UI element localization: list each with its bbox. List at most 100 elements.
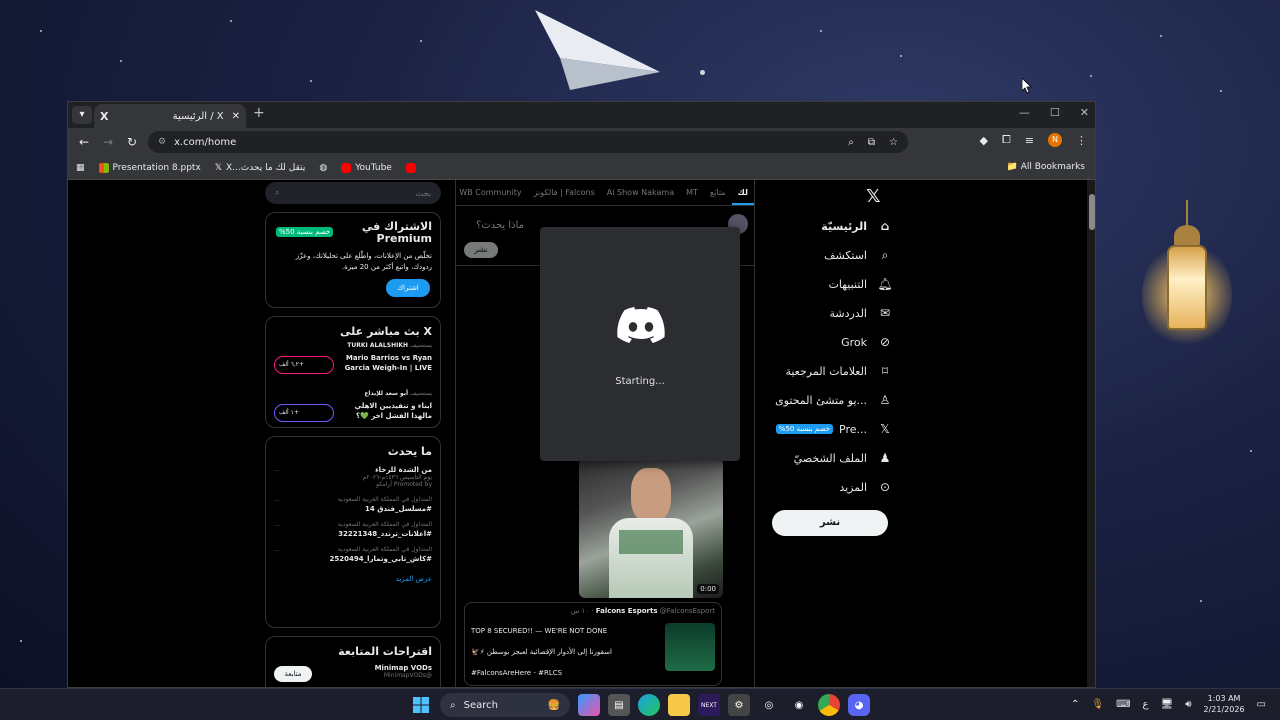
nav-premium[interactable]: 𝕏 ...Pre خصم بنسبة 50% <box>768 417 893 441</box>
post-button[interactable]: نشر <box>772 510 888 536</box>
profile-avatar[interactable]: N <box>1048 133 1062 147</box>
windows-start-icon[interactable] <box>410 694 432 716</box>
store-icon[interactable]: ▤ <box>608 694 630 716</box>
premium-body: تخلّص من الإعلانات، واطّلع على تحليلاتك،… <box>295 252 432 271</box>
tab-mt[interactable]: MT <box>680 188 704 197</box>
nav-more[interactable]: ⊙ المزيد <box>768 475 893 499</box>
trend-item[interactable]: المتداول في المملكة العربية السعودية #كا… <box>274 546 432 563</box>
tab-strip: ▾ X الرئيسية / X ✕ + — ☐ ✕ <box>68 102 1095 128</box>
zoom-icon[interactable]: ⌕ <box>848 137 854 148</box>
follow-suggestion[interactable]: Minimap VODs @MinimapVODs متابعة <box>274 664 432 687</box>
apps-icon[interactable]: ▦ <box>76 163 85 173</box>
x-logo-icon[interactable]: 𝕏 <box>866 186 881 207</box>
bookmark-item[interactable]: 𝕏 X...يتقل لك ما يحدث <box>215 163 306 173</box>
nav-home[interactable]: ⌂ الرئيسيّة <box>768 214 893 238</box>
bookmark-item[interactable]: YouTube <box>341 162 392 173</box>
discord-taskbar-icon[interactable]: ◕ <box>848 694 870 716</box>
address-bar[interactable]: ⚙ x.com/home ⌕ ⧉ ☆ <box>148 131 908 153</box>
quote-text: TOP 8 SECURED!! — WE'RE NOT DONE اسقورنا… <box>471 627 612 677</box>
creator-icon: ♙ <box>879 393 891 407</box>
clock[interactable]: 1:03 AM 2/21/2026 <box>1204 693 1245 715</box>
follow-button[interactable]: متابعة <box>274 666 312 682</box>
volume-icon[interactable]: 🔊︎ <box>1185 699 1191 710</box>
language-indicator[interactable]: ع <box>1143 699 1149 710</box>
chrome-icon[interactable] <box>818 694 840 716</box>
install-app-icon[interactable]: ⧉ <box>868 137 875 148</box>
keyboard-icon[interactable]: ⌨ <box>1116 699 1130 710</box>
app-icon[interactable]: ◎ <box>758 694 780 716</box>
trends-title: ما يحدث <box>387 445 432 458</box>
subscribe-button[interactable]: اشتراك <box>386 279 430 297</box>
obs-icon[interactable]: ◉ <box>788 694 810 716</box>
menu-icon[interactable]: ⋮ <box>1076 134 1087 147</box>
tab-ai-show[interactable]: Ai Show Nakama <box>601 188 680 197</box>
trends-card: ما يحدث من الشدة للرخاء يوم التأسيس ١٤٣٦… <box>265 436 441 628</box>
maximize-icon[interactable]: ☐ <box>1050 106 1060 119</box>
lantern-decoration <box>1132 200 1242 380</box>
all-bookmarks[interactable]: 📁 All Bookmarks <box>1007 162 1085 172</box>
minimize-icon[interactable]: — <box>1019 106 1030 119</box>
tab-wb-community[interactable]: WB Community <box>453 188 527 197</box>
reload-icon[interactable]: ↻ <box>120 135 144 149</box>
network-icon[interactable]: 🖥︎ <box>1161 699 1174 710</box>
taskbar-search[interactable]: ⌕ Search 🍔 <box>440 693 570 717</box>
tab-following[interactable]: متابَع <box>704 188 732 197</box>
star-icon[interactable]: ☆ <box>889 137 898 148</box>
nav-grok[interactable]: ⊘ Grok <box>768 330 893 354</box>
browser-tab-home[interactable]: X الرئيسية / X ✕ <box>94 104 246 128</box>
edge-icon[interactable] <box>638 694 660 716</box>
live-row[interactable]: يستضيف أبو سعد للإبداع ابناء و تنفيذيين … <box>274 390 432 434</box>
youtube-icon[interactable] <box>405 162 420 173</box>
x-favicon-icon: X <box>100 109 109 123</box>
media-icon[interactable]: ≡ <box>1025 134 1034 147</box>
copilot-icon[interactable] <box>578 694 600 716</box>
page-scrollbar[interactable] <box>1087 180 1095 687</box>
live-card: X بث مباشر على يستضيف TURKI ALALSHIKH Ma… <box>265 316 441 428</box>
extension-icon[interactable]: ◆ <box>980 134 988 147</box>
tab-search-button[interactable]: ▾ <box>72 106 92 124</box>
bookmark-item[interactable]: Presentation 8.pptx <box>98 162 201 173</box>
close-tab-icon[interactable]: ✕ <box>232 111 240 122</box>
video-duration: 0:00 <box>697 584 719 594</box>
nav-creator[interactable]: ♙ ...يو متشئ المحتوى <box>768 388 893 412</box>
file-explorer-icon[interactable] <box>668 694 690 716</box>
new-tab-button[interactable]: + <box>253 105 265 121</box>
quote-header: Falcons Esports @FalconsEsport · ١٠ س <box>570 607 715 615</box>
nav-bookmarks[interactable]: ⌑ العلامات المرجعية <box>768 359 893 383</box>
nav-profile[interactable]: ♟ الملف الشخصيّ <box>768 446 893 470</box>
trend-item[interactable]: من الشدة للرخاء يوم التأسيس ١٤٣٦م-٢٠٢٦م … <box>274 466 432 488</box>
nav-notifications[interactable]: 🔔︎ التنبيهات <box>768 272 893 296</box>
settings-icon[interactable]: ⚙ <box>728 694 750 716</box>
compose-input[interactable]: ماذا يحدث؟ <box>476 220 524 231</box>
trend-item[interactable]: المتداول في المملكة العربية السعودية #اع… <box>274 521 432 538</box>
tweet-video[interactable]: 0:00 <box>579 458 723 598</box>
listeners-pill: ٦,٢ ألف+ <box>274 356 334 374</box>
quoted-tweet[interactable]: Falcons Esports @FalconsEsport · ١٠ س TO… <box>464 602 722 686</box>
microphone-icon[interactable]: 🎙︎ <box>1091 699 1104 710</box>
close-window-icon[interactable]: ✕ <box>1080 106 1089 119</box>
search-icon: ⌕ <box>275 188 280 197</box>
bookmark-icon: ⌑ <box>881 364 889 378</box>
nav-explore[interactable]: ⌕ استكشف <box>768 243 893 267</box>
listeners-pill: ١ ألف+ <box>274 404 334 422</box>
tab-title: الرئيسية / X <box>172 110 224 122</box>
tab-for-you[interactable]: لك <box>731 188 754 205</box>
notification-icon[interactable]: ▭ <box>1257 699 1266 710</box>
search-input[interactable]: بحث ⌕ <box>265 182 441 204</box>
trend-item[interactable]: المتداول في المملكة العربية السعودية #مس… <box>274 496 432 513</box>
tab-falcons[interactable]: فالكونز | Falcons <box>528 188 601 197</box>
compose-post-button[interactable]: نشر <box>464 242 498 258</box>
globe-icon[interactable]: ◍ <box>319 163 327 173</box>
puzzle-icon[interactable]: ⧠ <box>1002 133 1011 147</box>
more-icon: ⊙ <box>879 480 891 494</box>
back-icon[interactable]: ← <box>72 135 96 149</box>
live-row[interactable]: يستضيف TURKI ALALSHIKH Mario Barrios vs … <box>274 342 432 386</box>
chevron-up-icon[interactable]: ⌃ <box>1071 699 1079 710</box>
forward-icon[interactable]: → <box>96 135 120 149</box>
follow-title: اقتراحات المتابعة <box>338 645 432 658</box>
show-more-link[interactable]: عرض المزيد <box>274 575 432 583</box>
app-icon[interactable]: NEXT <box>698 694 720 716</box>
live-title: X بث مباشر على <box>340 325 432 338</box>
nav-messages[interactable]: ✉ الدردشة <box>768 301 893 325</box>
site-info-icon[interactable]: ⚙ <box>158 137 166 147</box>
